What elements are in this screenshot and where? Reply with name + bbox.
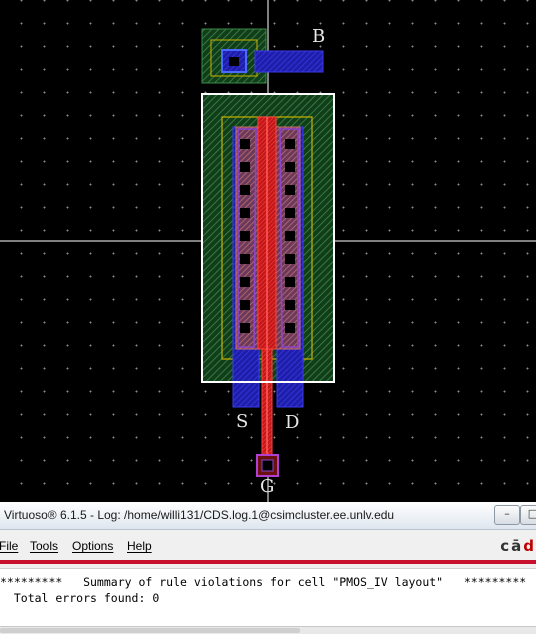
log-line: Total errors found: 0 <box>0 591 160 605</box>
menu-bar: File Tools Options Help cād <box>0 530 536 560</box>
brand-divider <box>0 560 536 564</box>
scrollbar-thumb[interactable] <box>0 628 300 633</box>
menu-file[interactable]: File <box>0 539 18 553</box>
cadence-logo-text: cā <box>500 537 524 555</box>
bulk-contact[interactable] <box>201 28 324 84</box>
menu-help[interactable]: Help <box>127 539 152 553</box>
log-window: Virtuoso® 6.1.5 - Log: /home/willi131/CD… <box>0 502 536 634</box>
poly-gate[interactable] <box>257 116 277 456</box>
source-contacts <box>240 139 250 333</box>
pin-label-bulk: B <box>312 26 326 47</box>
drain-contacts <box>285 139 295 333</box>
layout-drawing[interactable] <box>0 0 536 502</box>
log-output[interactable]: ********* Summary of rule violations for… <box>0 568 536 626</box>
maximize-button[interactable]: □ <box>520 505 536 525</box>
log-window-titlebar[interactable]: Virtuoso® 6.1.5 - Log: /home/willi131/CD… <box>0 502 536 530</box>
menu-options[interactable]: Options <box>72 539 113 553</box>
menu-tools[interactable]: Tools <box>30 539 58 553</box>
pin-label-gate: G <box>260 476 275 497</box>
log-line: ********* Summary of rule violations for… <box>0 575 527 589</box>
cadence-logo: cād <box>500 537 536 555</box>
gate-contact[interactable] <box>256 454 279 477</box>
cadence-logo-accent: d <box>523 537 536 555</box>
pin-label-source: S <box>236 411 249 432</box>
pin-label-drain: D <box>285 412 300 433</box>
minimize-button[interactable]: – <box>494 505 520 525</box>
layout-canvas[interactable]: B S D G <box>0 0 536 502</box>
window-title: Virtuoso® 6.1.5 - Log: /home/willi131/CD… <box>4 508 395 522</box>
